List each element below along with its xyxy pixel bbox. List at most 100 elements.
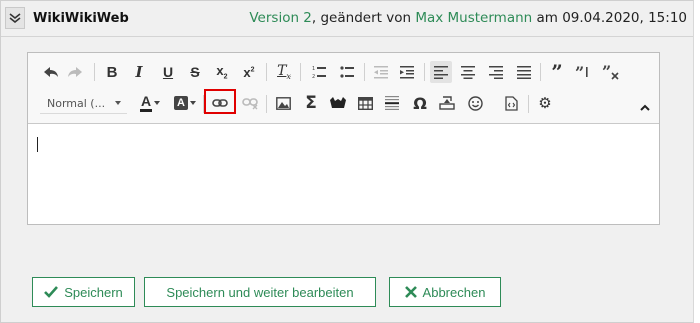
chevron-down-icon: [190, 101, 196, 105]
chevron-down-icon: [9, 13, 21, 23]
justify-button[interactable]: [513, 61, 535, 83]
format-dropdown[interactable]: Normal (...: [40, 93, 127, 114]
author-link[interactable]: Max Mustermann: [415, 10, 532, 26]
undo-icon: [44, 67, 58, 77]
toolbar-separator: [364, 63, 365, 81]
bulleted-list-icon: [340, 66, 354, 78]
save-button-label: Speichern: [64, 284, 123, 300]
subscript-button[interactable]: x2: [211, 61, 233, 83]
link-button[interactable]: [209, 92, 231, 114]
source-code-icon: [504, 95, 518, 111]
remove-format-button[interactable]: Tx: [273, 61, 295, 83]
align-center-button[interactable]: [457, 61, 479, 83]
quote-markup-icon: ”: [575, 65, 588, 79]
changed-by-text: , geändert von: [311, 10, 416, 26]
background-color-icon: A: [174, 96, 188, 110]
checkmark-icon: [44, 286, 59, 298]
decrease-indent-button[interactable]: [370, 61, 392, 83]
align-center-icon: [461, 66, 475, 79]
close-icon: [404, 286, 417, 298]
background-color-button[interactable]: A: [171, 92, 199, 114]
toolbar-separator: [540, 63, 541, 81]
page-title: WikiWikiWeb: [33, 11, 129, 26]
increase-indent-button[interactable]: [396, 61, 418, 83]
formula-button[interactable]: Σ: [300, 92, 322, 114]
save-and-continue-label: Speichern und weiter bearbeiten: [166, 284, 354, 300]
version-link[interactable]: Version 2: [249, 10, 312, 26]
plugin-button[interactable]: [327, 92, 349, 114]
save-button[interactable]: Speichern: [32, 277, 135, 307]
cancel-button[interactable]: Abbrechen: [389, 277, 501, 307]
bold-icon: B: [106, 63, 118, 81]
indent-icon: [400, 66, 414, 79]
gears-icon: ⚙: [538, 94, 552, 112]
text-color-icon: A: [140, 94, 152, 112]
format-dropdown-label: Normal (...: [47, 96, 106, 110]
toolbar-separator: [300, 63, 301, 81]
svg-text:1: 1: [312, 66, 315, 72]
undo-button[interactable]: [40, 61, 62, 83]
svg-text:”: ”: [575, 65, 584, 79]
remove-quote-button[interactable]: ”: [600, 61, 622, 83]
cancel-button-label: Abbrechen: [422, 284, 486, 300]
toolbar-separator: [528, 95, 529, 113]
underline-button[interactable]: U: [157, 61, 179, 83]
align-left-icon: [434, 66, 448, 79]
unlink-icon: [242, 98, 258, 110]
image-icon: [275, 96, 291, 110]
italic-icon: I: [135, 63, 143, 81]
settings-button[interactable]: ⚙: [534, 92, 556, 114]
page-break-button[interactable]: [436, 92, 458, 114]
unlink-button[interactable]: [239, 92, 261, 114]
sigma-icon: Σ: [305, 93, 317, 113]
remove-format-icon: Tx: [277, 63, 291, 81]
link-icon: [212, 99, 228, 107]
align-left-button[interactable]: [430, 61, 452, 83]
editor-content-area[interactable]: [28, 125, 659, 224]
plugin-icon: [330, 97, 346, 108]
superscript-icon: x2: [243, 64, 255, 80]
superscript-button[interactable]: x2: [238, 61, 260, 83]
align-right-icon: [489, 66, 503, 79]
table-button[interactable]: [354, 92, 376, 114]
chevron-down-icon: [154, 101, 160, 105]
toolbar-separator: [424, 63, 425, 81]
redo-button[interactable]: [64, 61, 86, 83]
panel-header: WikiWikiWeb Version 2, geändert von Max …: [1, 1, 693, 37]
blockquote-icon: ”: [551, 60, 563, 84]
smiley-button[interactable]: [464, 92, 486, 114]
chevron-down-icon: [115, 101, 121, 105]
special-char-button[interactable]: Ω: [409, 92, 431, 114]
horizontal-rule-button[interactable]: [381, 92, 403, 114]
editor-toolbar: B I U S x2 x2 Tx 12 ” ” ” Normal (... A …: [28, 53, 659, 124]
collapse-toolbar-button[interactable]: [634, 96, 656, 118]
quote-markup-button[interactable]: ”: [573, 61, 595, 83]
underline-icon: U: [162, 64, 174, 80]
italic-button[interactable]: I: [128, 61, 150, 83]
svg-text:”: ”: [602, 64, 611, 80]
toolbar-separator: [266, 95, 267, 113]
version-info: Version 2, geändert von Max Mustermann a…: [249, 10, 687, 26]
toolbar-separator: [266, 63, 267, 81]
blockquote-button[interactable]: ”: [546, 60, 568, 84]
wiki-edit-panel: WikiWikiWeb Version 2, geändert von Max …: [0, 0, 694, 323]
omega-icon: Ω: [413, 93, 427, 113]
numbered-list-button[interactable]: 12: [308, 61, 330, 83]
rich-text-editor: B I U S x2 x2 Tx 12 ” ” ” Normal (... A …: [27, 52, 660, 225]
bulleted-list-button[interactable]: [336, 61, 358, 83]
svg-text:2: 2: [312, 74, 315, 79]
page-break-icon: [439, 96, 455, 110]
save-and-continue-button[interactable]: Speichern und weiter bearbeiten: [144, 277, 376, 307]
source-code-button[interactable]: [500, 92, 522, 114]
date-text: am 09.04.2020, 15:10: [532, 10, 687, 26]
image-button[interactable]: [272, 92, 294, 114]
chevron-up-icon: [640, 104, 650, 111]
redo-icon: [68, 67, 82, 77]
align-right-button[interactable]: [485, 61, 507, 83]
collapse-toggle-button[interactable]: [5, 7, 25, 29]
text-color-button[interactable]: A: [136, 92, 164, 114]
strikethrough-icon: S: [190, 64, 200, 80]
bold-button[interactable]: B: [101, 61, 123, 83]
strikethrough-button[interactable]: S: [184, 61, 206, 83]
subscript-icon: x2: [216, 63, 228, 81]
